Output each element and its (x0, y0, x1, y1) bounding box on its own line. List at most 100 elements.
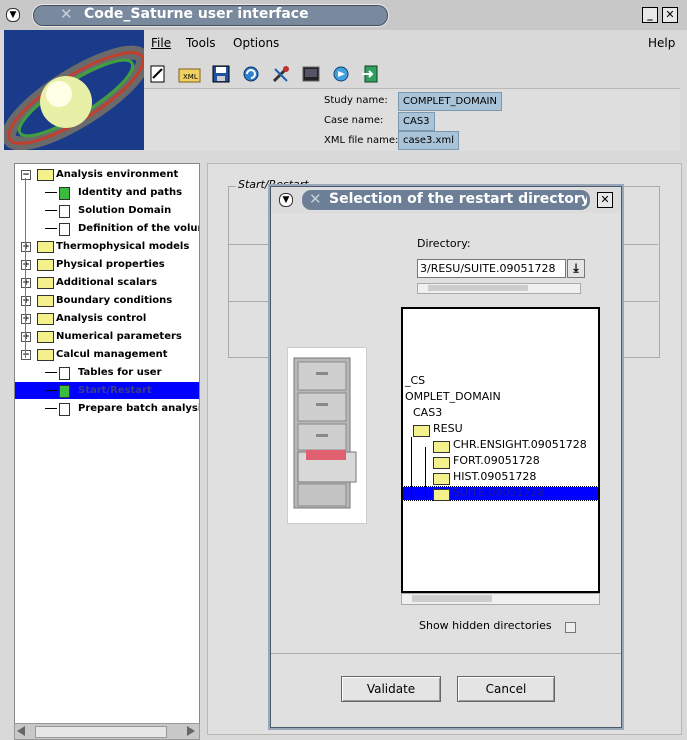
tree-item[interactable]: Solution Domain (15, 202, 199, 219)
document-icon (59, 385, 70, 398)
tree-item[interactable]: + Analysis control (15, 310, 199, 327)
scroll-left-icon[interactable] (17, 726, 25, 736)
directory-tree-item-label: HIST.09051728 (453, 470, 537, 483)
directory-tree-item[interactable]: RESU (403, 421, 598, 437)
window-menu-icon[interactable]: ▼ (6, 8, 20, 22)
directory-tree-item[interactable]: FORT.09051728 (403, 453, 598, 469)
directory-input[interactable]: 3/RESU/SUITE.09051728 (417, 259, 566, 278)
menu-file-label: File (151, 36, 172, 50)
scroll-right-icon[interactable] (187, 726, 195, 736)
directory-tree-scroll-thumb[interactable] (412, 595, 492, 602)
tree-item[interactable]: Tables for user (15, 364, 199, 381)
expand-icon[interactable]: + (21, 278, 31, 288)
tree-item[interactable]: Prepare batch analysis (15, 400, 199, 417)
scroll-thumb[interactable] (35, 726, 167, 738)
code-saturne-logo (4, 30, 144, 150)
directory-tree-item[interactable]: CHR.ENSIGHT.09051728 (403, 437, 598, 453)
directory-tree-item[interactable]: CAS3 (403, 405, 598, 421)
tree-connector (45, 210, 57, 211)
tree-item-label: Analysis control (56, 313, 147, 324)
tree-horizontal-scrollbar[interactable] (14, 723, 200, 740)
restart-directory-dialog[interactable]: ▼ ✕ Selection of the restart directory ✕… (270, 186, 622, 728)
run-icon[interactable] (331, 64, 351, 84)
tree-item-label: Analysis environment (56, 169, 179, 180)
tree-connector (45, 390, 57, 391)
tree-item-label: Boundary conditions (56, 295, 173, 306)
navigation-tree[interactable]: − Analysis environment Identity and paths S… (14, 163, 200, 725)
expand-icon[interactable]: + (21, 314, 31, 324)
tree-item[interactable]: + Numerical parameters (15, 328, 199, 345)
tree-item-label: Physical properties (56, 259, 165, 270)
tree-item-label: Thermophysical models (56, 241, 190, 252)
directory-input-scrollbar[interactable] (417, 283, 581, 294)
cancel-button[interactable]: Cancel (457, 676, 555, 702)
menu-file[interactable]: File (151, 36, 171, 50)
dialog-titlebar[interactable]: ▼ ✕ Selection of the restart directory ✕ (271, 187, 621, 213)
directory-tree-scrollbar[interactable] (401, 593, 600, 605)
case-name-value: CAS3 (398, 112, 435, 131)
tree-item[interactable]: + Physical properties (15, 256, 199, 273)
folder-open-icon (37, 169, 54, 181)
directory-tree-item-label: CHR.ENSIGHT.09051728 (453, 438, 587, 451)
directory-tree-item[interactable]: SUITE.09051728 (403, 486, 598, 501)
dialog-title: Selection of the restart directory (329, 191, 587, 207)
directory-tree-item-label: RESU (433, 422, 463, 435)
expand-icon[interactable]: + (21, 332, 31, 342)
minimize-button[interactable]: _ (642, 7, 658, 23)
exit-icon[interactable] (361, 64, 381, 84)
tree-item-label: Start/Restart (78, 385, 152, 396)
tree-item[interactable]: + Thermophysical models (15, 238, 199, 255)
close-button[interactable]: ✕ (662, 7, 678, 23)
menu-tools[interactable]: Tools (186, 36, 216, 50)
case-name-label: Case name: (324, 115, 384, 126)
dialog-close-button[interactable]: ✕ (597, 192, 613, 208)
folder-icon (37, 259, 54, 271)
show-hidden-label: Show hidden directories (419, 619, 552, 632)
tree-item[interactable]: Start/Restart (15, 382, 199, 399)
expand-icon[interactable]: + (21, 242, 31, 252)
directory-tree[interactable]: _CS OMPLET_DOMAIN CAS3 RESU CHR.ENSIGHT.0905… (401, 307, 600, 593)
xml-file-label: XML file name: (324, 135, 399, 146)
window-titlebar[interactable]: ▼ ✕ Code_Saturne user interface _ ✕ (0, 0, 687, 30)
tools-icon[interactable] (271, 64, 291, 84)
directory-tree-item[interactable]: HIST.09051728 (403, 469, 598, 485)
collapse-icon[interactable]: − (21, 350, 31, 360)
dir-tree-line (411, 437, 412, 497)
folder-icon (433, 473, 450, 485)
tree-item[interactable]: + Boundary conditions (15, 292, 199, 309)
tree-connector (45, 192, 57, 193)
show-hidden-checkbox[interactable] (565, 622, 576, 633)
directory-label: Directory: (417, 237, 471, 250)
expand-icon[interactable]: + (21, 296, 31, 306)
folder-icon (37, 295, 54, 307)
tree-item[interactable]: Identity and paths (15, 184, 199, 201)
collapse-icon[interactable]: − (21, 170, 31, 180)
directory-tree-item[interactable]: _CS (403, 373, 598, 389)
tree-item-label: Solution Domain (78, 205, 172, 216)
tree-item[interactable]: − Calcul management (15, 346, 199, 363)
folder-icon (37, 277, 54, 289)
validate-button[interactable]: Validate (341, 676, 441, 702)
tree-item[interactable]: − Analysis environment (15, 166, 199, 183)
expand-icon[interactable]: + (21, 260, 31, 270)
new-file-icon[interactable] (148, 64, 168, 84)
dialog-menu-icon[interactable]: ▼ (279, 193, 293, 207)
xml-file-value: case3.xml (398, 131, 459, 150)
open-xml-icon[interactable]: XML (178, 64, 202, 84)
directory-tree-item[interactable]: OMPLET_DOMAIN (403, 389, 598, 405)
tree-item[interactable]: + Additional scalars (15, 274, 199, 291)
folder-icon (37, 241, 54, 253)
directory-download-icon[interactable]: ⤓ (567, 259, 585, 278)
tree-item-label: Additional scalars (56, 277, 158, 288)
directory-scroll-thumb[interactable] (428, 285, 528, 291)
menu-tools-label: Tools (186, 36, 216, 50)
tree-item[interactable]: Definition of the volumic zones (15, 220, 199, 237)
refresh-icon[interactable] (241, 64, 261, 84)
terminal-icon[interactable] (301, 64, 321, 84)
menu-help[interactable]: Help (648, 36, 675, 50)
save-icon[interactable] (211, 64, 231, 84)
document-icon (59, 223, 70, 236)
filing-cabinet-icon (287, 347, 367, 524)
menu-options[interactable]: Options (233, 36, 279, 50)
folder-open-icon (433, 489, 450, 501)
